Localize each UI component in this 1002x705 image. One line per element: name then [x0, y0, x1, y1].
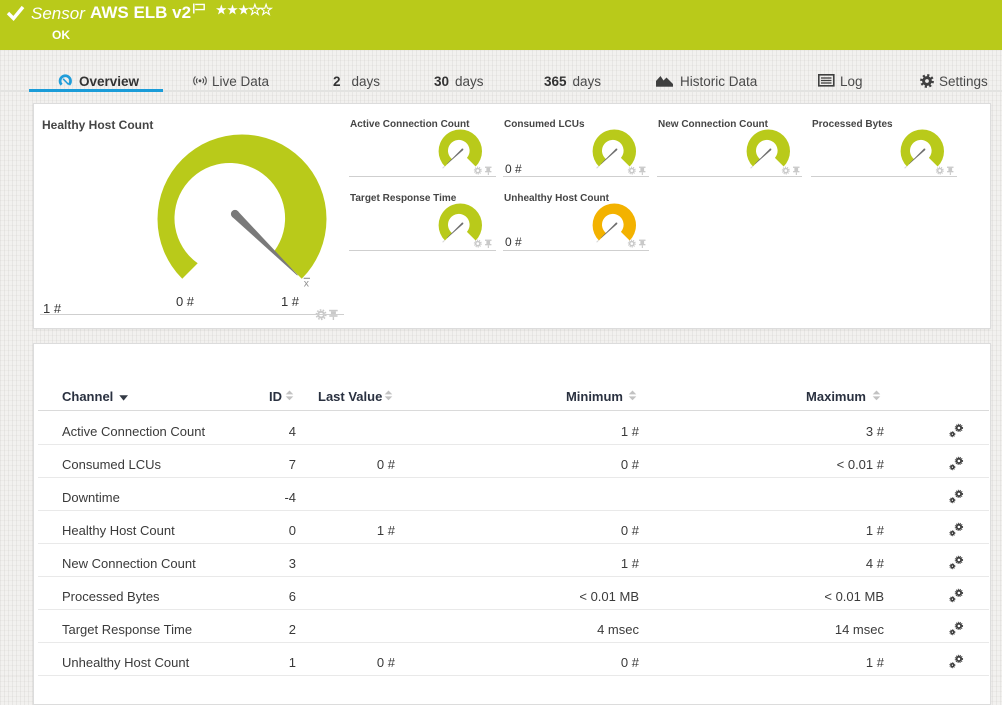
svg-text:x: x: [304, 278, 310, 290]
